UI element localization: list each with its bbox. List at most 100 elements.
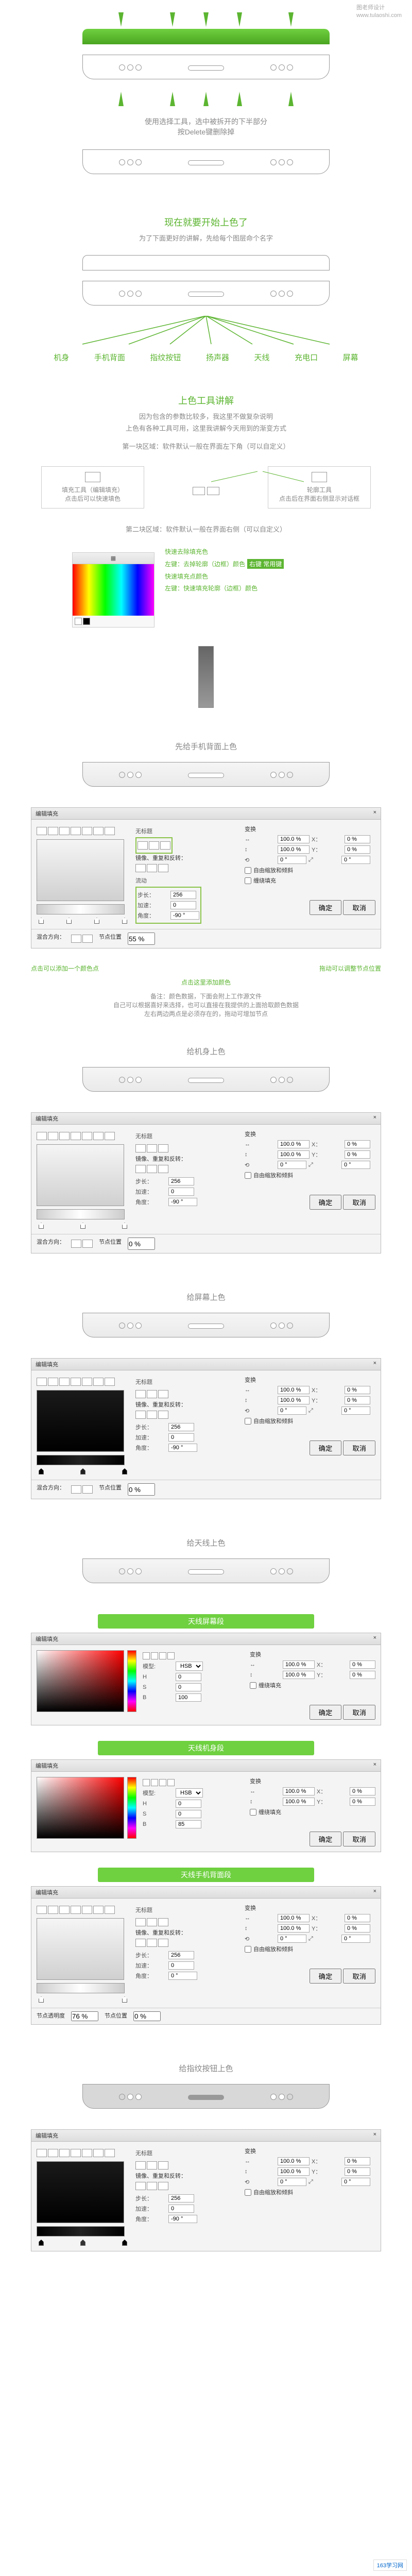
wrap-fill-cb[interactable] [245, 877, 251, 884]
phone-body [82, 1067, 330, 1092]
sec-body-title: 给机身上色 [0, 1046, 412, 1057]
tool-left-sub: 点击后可以快速填色 [47, 494, 139, 503]
sec-screen-title: 给屏幕上色 [0, 1292, 412, 1302]
anno-1: 点击可以添加一个颜色点 [31, 964, 99, 973]
ptr-4: 左键：快速填充轮廓（边框）颜色 [165, 584, 340, 592]
preview-1 [37, 839, 124, 901]
phone-back-shaded [82, 762, 330, 787]
ct-title: 上色工具讲解 [0, 394, 412, 407]
preview-5 [37, 2161, 124, 2223]
ptr-2-hl: 右键 常用键 [247, 559, 284, 569]
color-picker-2[interactable] [37, 1777, 124, 1839]
color-picker-1[interactable] [37, 1650, 124, 1712]
panel-title: 编辑填充 [36, 809, 58, 818]
ptr-3: 快速填充点颜色 [165, 572, 340, 581]
close-icon[interactable]: × [373, 2131, 376, 2140]
ct-area1: 第一块区域：软件默认一般在界面左下角（可以自定义） [0, 441, 412, 451]
ok-button[interactable]: 确定 [310, 900, 342, 915]
phone-fp [82, 2084, 330, 2109]
cancel-button[interactable]: 取消 [343, 900, 375, 915]
ptr-1: 快速去除填充色 [165, 547, 340, 556]
fill-type-icons[interactable] [37, 825, 129, 837]
phone-top-selected [82, 29, 330, 44]
sec-back: 先给手机背面上色 [0, 718, 412, 807]
gradient-panel-2: 编辑填充× 无标题 镜像、重复和反转： 步长： 加速： 角度： 变换 ↔X： ↕… [31, 1112, 381, 1253]
phone-outline-1 [82, 55, 330, 79]
gradient-panel-3: 编辑填充× 无标题 镜像、重复和反转： 步长： 加速： 角度： 变换 ↔X： ↕… [31, 1358, 381, 1499]
rot-input[interactable] [278, 856, 306, 864]
picker-panel-2: 编辑填充× 模型:HSB H S B 变换 ↔X： ↕Y： 缠绕填充 确定 取消 [31, 1759, 381, 1852]
lbl-2: 指纹按钮 [150, 352, 181, 363]
arrows-top [82, 10, 330, 29]
watermark-l2: www.tulaoshi.com [356, 12, 402, 20]
lbl-0: 机身 [54, 352, 69, 363]
step1-section: 使用选择工具，选中被拆开的下半部分 按Delete键删除掉 [0, 0, 412, 195]
lbl-untitled: 无标题 [135, 827, 166, 835]
phone-outline-3 [82, 281, 330, 306]
lbl-4: 天线 [254, 352, 270, 363]
close-icon[interactable]: × [373, 1888, 376, 1896]
close-icon[interactable]: × [373, 1761, 376, 1770]
tool-diagram: 填充工具（编辑填充） 点击后可以快速填色 轮廓工具 点击后在界面右侧显示对话框 [41, 466, 371, 509]
banner-3: 天线手机背面段 [98, 1868, 314, 1882]
sec-antenna-title: 给天线上色 [0, 1537, 412, 1548]
naming-sub: 为了下面更好的讲解，先给每个图层命个名字 [0, 233, 412, 243]
phone-top-wire [82, 255, 330, 270]
preview-4 [37, 1918, 124, 1980]
sec-back-title: 先给手机背面上色 [0, 741, 412, 752]
x-input[interactable] [345, 835, 370, 843]
hue-strip-1[interactable] [127, 1650, 136, 1712]
angle-input[interactable] [170, 911, 199, 920]
lbl-6: 屏幕 [343, 352, 358, 363]
gradient-panel-1: 编辑填充 × 无标题 镜像、重复和反转： 流动 步长： 加速： 角度： [31, 807, 381, 948]
tool-left-title: 填充工具（编辑填充） [47, 485, 139, 494]
free-scale-cb[interactable] [245, 867, 251, 874]
ct-area2: 第二块区域：软件默认一般在界面右侧（可以自定义） [0, 524, 412, 534]
note-box: 备注：颜色数据，下面会附上工作源文件 自己可以根据喜好来选择，也可以直接在我提供… [62, 992, 350, 1018]
phone-antenna [82, 1558, 330, 1583]
ptr-2: 左键：去掉轮廓（边框）颜色 [165, 561, 245, 568]
close-icon[interactable]: × [373, 1635, 376, 1643]
preview-2 [37, 1144, 124, 1206]
step1-text1: 使用选择工具，选中被拆开的下半部分 [0, 116, 412, 127]
naming-section: 现在就要开始上色了 为了下面更好的讲解，先给每个图层命个名字 机身 手机背面 指… [0, 195, 412, 373]
close-icon[interactable]: × [373, 1114, 376, 1123]
w-input[interactable] [278, 835, 310, 843]
gradient-panel-5: 编辑填充× 无标题 镜像、重复和反转： 步长： 加速： 角度： 变换 ↔X： ↕… [31, 2129, 381, 2251]
label-row: 机身 手机背面 指纹按钮 扬声器 天线 充电口 屏幕 [41, 352, 371, 363]
node-pos-input[interactable] [128, 933, 155, 945]
banner-1: 天线屏幕段 [98, 1614, 314, 1629]
picker-panel-1: 编辑填充× 模型:HSB H S B 变换 ↔X： ↕Y： 缠绕填充 确定 取消 [31, 1633, 381, 1725]
naming-title: 现在就要开始上色了 [0, 215, 412, 229]
arrows-bottom [82, 90, 330, 108]
lbl-5: 充电口 [295, 352, 318, 363]
ct-line1: 因为包含的参数比较多，我这里不做复杂说明 [0, 411, 412, 421]
skew-input[interactable] [341, 856, 370, 864]
close-icon[interactable]: × [373, 1360, 376, 1368]
colortool-section: 上色工具讲解 因为包含的参数比较多，我这里不做复杂说明 上色有各种工具可用，这里… [0, 373, 412, 718]
ct-line2: 上色有各种工具可用，这里我讲解今天用到的渐变方式 [0, 423, 412, 433]
watermark-l1: 图老师设计 [356, 4, 402, 12]
lbl-1: 手机背面 [94, 352, 125, 363]
accel-input[interactable] [170, 901, 196, 909]
banner-2: 天线机身段 [98, 1741, 314, 1755]
lbl-transform: 变换 [245, 825, 375, 833]
steps-input[interactable] [170, 891, 196, 899]
anno-3: 点击这里添加颜色 [181, 979, 231, 986]
anno-2: 拖动可以调整节点位置 [319, 964, 381, 973]
label-fanout [62, 316, 350, 347]
tool-left: 填充工具（编辑填充） 点击后可以快速填色 [41, 466, 144, 509]
sec-fp-title: 给指纹按钮上色 [0, 2063, 412, 2074]
gradient-panel-4: 编辑填充× 无标题 镜像、重复和反转： 步长： 加速： 角度： 变换 ↔X： ↕… [31, 1886, 381, 2025]
footer-logo: 163学习网 [373, 2560, 407, 2571]
phone-screen [82, 1313, 330, 1337]
preview-3 [37, 1390, 124, 1452]
close-icon[interactable]: × [373, 809, 376, 818]
gradient-bar-1[interactable] [37, 904, 125, 914]
hue-strip-2[interactable] [127, 1777, 136, 1839]
palette-sim: ▦ [72, 552, 154, 628]
palette-strip [198, 646, 214, 708]
lbl-mirror: 镜像、重复和反转： [135, 854, 238, 862]
y-input[interactable] [345, 845, 370, 854]
h-input[interactable] [278, 845, 310, 854]
